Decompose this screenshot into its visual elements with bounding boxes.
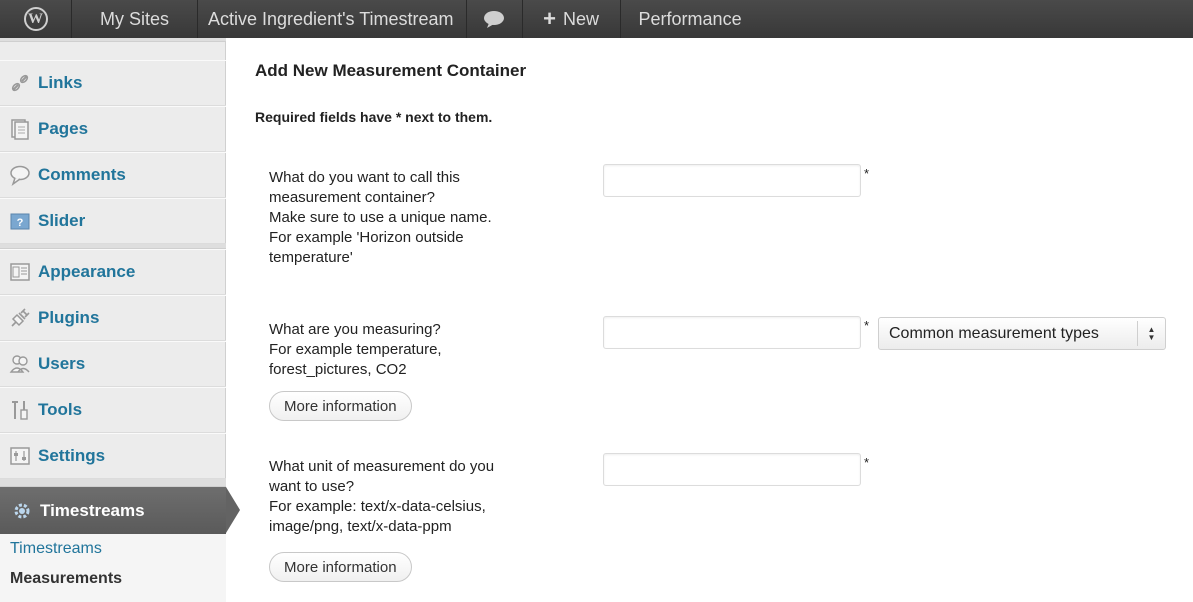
- submenu-item-measurements[interactable]: Measurements: [10, 570, 122, 588]
- pages-icon: [8, 117, 32, 141]
- users-icon: [8, 352, 32, 376]
- measurement-types-select[interactable]: Common measurement types ▲ ▼: [878, 317, 1166, 350]
- new-content-menu[interactable]: + New: [523, 0, 621, 38]
- more-information-button[interactable]: More information: [269, 552, 412, 582]
- sidebar-item-users[interactable]: Users: [0, 341, 226, 387]
- plugins-icon: [8, 306, 32, 330]
- my-sites-label: My Sites: [99, 8, 169, 29]
- sidebar-item-label: Settings: [38, 446, 106, 465]
- unit-input[interactable]: [603, 453, 861, 486]
- measurement-type-input[interactable]: [603, 316, 861, 349]
- site-name-label: Active Ingredient's Timestream: [208, 8, 454, 29]
- wordpress-logo-icon: W: [23, 7, 48, 31]
- required-marker: *: [864, 455, 870, 470]
- gear-icon: [10, 499, 34, 523]
- required-fields-note: Required fields have * next to them.: [255, 109, 493, 125]
- chevron-updown-icon: ▲ ▼: [1137, 321, 1165, 346]
- sidebar-item-links[interactable]: Links: [0, 60, 226, 106]
- wordpress-logo-button[interactable]: W: [0, 0, 72, 38]
- site-name-menu[interactable]: Active Ingredient's Timestream: [198, 0, 467, 38]
- unit-question: What unit of measurement do you want to …: [269, 458, 495, 535]
- sidebar-item-label: Timestreams: [40, 500, 145, 520]
- my-sites-menu[interactable]: My Sites: [72, 0, 198, 38]
- required-marker: *: [864, 318, 870, 333]
- measuring-question: What are you measuring? For example temp…: [269, 321, 442, 378]
- sidebar-item-label: Appearance: [38, 262, 136, 281]
- submenu-item-timestreams[interactable]: Timestreams: [10, 540, 102, 558]
- performance-menu[interactable]: Performance: [621, 0, 755, 38]
- slider-icon: ?: [8, 209, 32, 233]
- sidebar-item-label: Comments: [38, 165, 126, 184]
- settings-icon: [8, 444, 32, 468]
- admin-bar: W My Sites Active Ingredient's Timestrea…: [0, 0, 1193, 38]
- sidebar-item-pages[interactable]: Pages: [0, 106, 226, 152]
- sidebar-submenu: Timestreams Measurements: [0, 534, 226, 602]
- sidebar-item-plugins[interactable]: Plugins: [0, 295, 226, 341]
- sidebar-item-label: Users: [38, 354, 86, 373]
- sidebar-item-timestreams-current[interactable]: Timestreams: [0, 487, 240, 534]
- comment-bubble-icon: [484, 11, 505, 28]
- sidebar-item-slider[interactable]: ? Slider: [0, 198, 226, 244]
- appearance-icon: [8, 260, 32, 284]
- sidebar-item-label: Slider: [38, 211, 86, 230]
- svg-text:?: ?: [17, 217, 24, 229]
- page-title: Add New Measurement Container: [255, 61, 527, 80]
- comments-button[interactable]: [467, 0, 523, 38]
- container-name-question: What do you want to call this measuremen…: [269, 169, 492, 266]
- sidebar-item-tools[interactable]: Tools: [0, 387, 226, 433]
- sidebar-item-label: Links: [38, 73, 83, 92]
- main-content: Add New Measurement Container Required f…: [226, 38, 1193, 602]
- new-label: New: [562, 8, 599, 29]
- sidebar-item-label: Tools: [38, 400, 83, 419]
- sidebar-item-appearance[interactable]: Appearance: [0, 249, 226, 295]
- required-marker: *: [864, 166, 870, 181]
- container-name-input[interactable]: [603, 164, 861, 197]
- sidebar-item-label: Pages: [38, 119, 89, 138]
- select-value: Common measurement types: [889, 324, 1099, 342]
- menu-separator: [0, 38, 226, 42]
- performance-label: Performance: [638, 8, 742, 29]
- tools-icon: [8, 398, 32, 422]
- links-icon: [8, 71, 32, 95]
- plus-icon: +: [543, 6, 556, 31]
- sidebar-item-comments[interactable]: Comments: [0, 152, 226, 198]
- sidebar-item-settings[interactable]: Settings: [0, 433, 226, 479]
- comments-icon: [8, 163, 32, 187]
- more-information-button[interactable]: More information: [269, 391, 412, 421]
- admin-sidebar: Links Pages Comments ? Slider Appearance…: [0, 38, 240, 602]
- menu-separator: [0, 479, 226, 487]
- sidebar-item-label: Plugins: [38, 308, 100, 327]
